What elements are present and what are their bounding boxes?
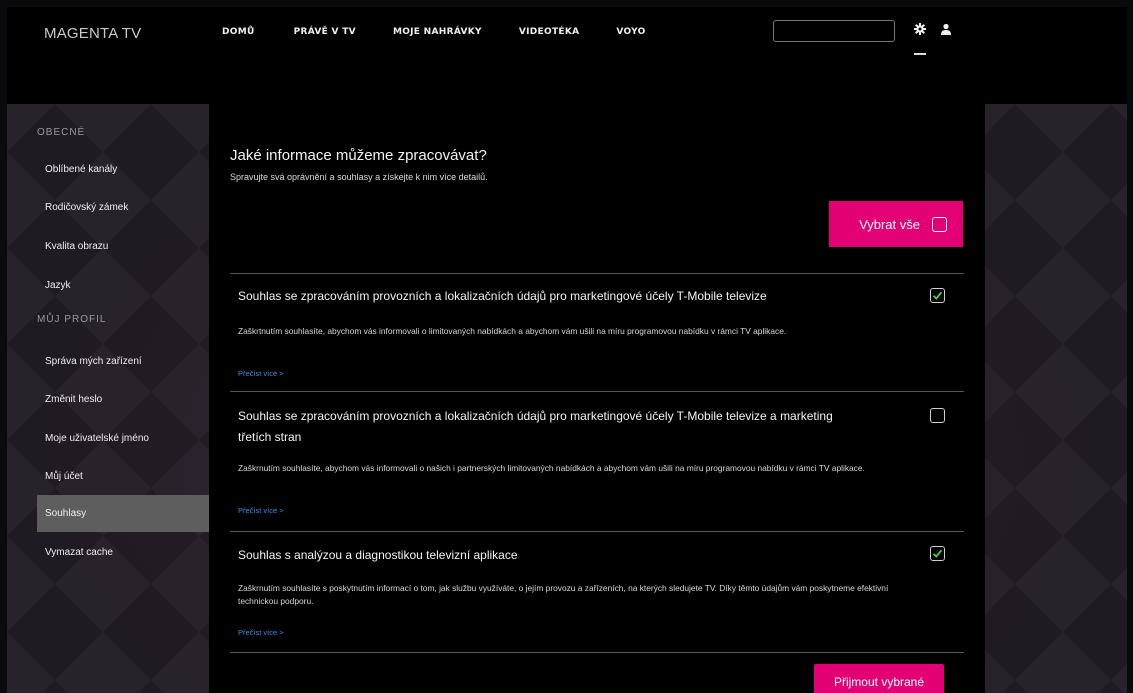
settings-sidebar: OBECNÉ Oblíbené kanály Rodičovský zámek … [37,104,209,693]
page-title: Jaké informace můžeme zpracovávat? [230,147,487,164]
read-more-link[interactable]: Přečíst více > [238,506,284,515]
sidebar-item-oblibene-kanaly[interactable]: Oblíbené kanály [37,151,209,188]
nav-item-videoteka[interactable]: VIDEOTÉKA [519,27,580,37]
consent-description: Zaškrnutím souhlasíte, abychom vás infor… [238,463,865,473]
select-all-button[interactable]: Vybrat vše [829,201,963,247]
app-frame: MAGENTA TV DOMŮ PRÁVĚ V TV MOJE NAHRÁVKY… [7,7,1127,693]
gear-icon[interactable] [914,23,926,35]
sidebar-item-rodicovsky-zamek[interactable]: Rodičovský zámek [37,189,209,226]
checkmark-icon [932,549,943,558]
sidebar-item-jazyk[interactable]: Jazyk [37,267,209,304]
consent-title: Souhlas se zpracováním provozních a loka… [238,409,833,444]
brand-logo[interactable]: MAGENTA TV [44,25,141,42]
consent-description: Zaškrnutím souhlasíte s poskytnutím info… [238,583,889,606]
consent-checkbox[interactable] [930,408,945,423]
select-all-checkbox [932,216,947,232]
select-all-label: Vybrat vše [859,216,920,232]
accept-selected-button[interactable]: Přijmout vybrané [814,664,944,693]
read-more-link[interactable]: Přečíst více > [238,369,284,378]
consent-item: Souhlas s analýzou a diagnostikou televi… [230,531,964,652]
search-input[interactable] [773,20,895,42]
page-subtitle: Spravujte svá oprávnění a souhlasy a zís… [230,172,488,182]
top-bar: MAGENTA TV DOMŮ PRÁVĚ V TV MOJE NAHRÁVKY… [7,7,1127,104]
sidebar-section-obecne: OBECNÉ [37,127,86,138]
divider [230,652,964,653]
sidebar-item-kvalita-obrazu[interactable]: Kvalita obrazu [37,228,209,265]
consent-title: Souhlas se zpracováním provozních a loka… [238,289,767,303]
sidebar-item-souhlasy[interactable]: Souhlasy [37,495,209,532]
consents-panel: Jaké informace můžeme zpracovávat? Sprav… [209,104,985,693]
sidebar-item-muj-ucet[interactable]: Můj účet [37,458,209,495]
consent-item: Souhlas se zpracováním provozních a loka… [230,391,964,531]
nav-item-moje-nahravky[interactable]: MOJE NAHRÁVKY [393,27,482,37]
nav-item-prave-v-tv[interactable]: PRÁVĚ V TV [294,27,356,37]
sidebar-item-zmenit-heslo[interactable]: Změnit heslo [37,381,209,418]
main-nav: DOMŮ PRÁVĚ V TV MOJE NAHRÁVKY VIDEOTÉKA … [222,27,683,37]
consent-item: Souhlas se zpracováním provozních a loka… [230,273,964,391]
consent-title: Souhlas s analýzou a diagnostikou televi… [238,548,518,562]
checkmark-icon [932,291,943,300]
user-icon[interactable] [940,23,952,35]
sidebar-item-uzivatelske-jmeno[interactable]: Moje uživatelské jméno [37,420,209,457]
consent-description: Zaškrtnutím souhlasíte, abychom vás info… [238,326,787,336]
settings-active-indicator [914,53,926,55]
consent-checkbox[interactable] [930,546,945,561]
nav-item-voyo[interactable]: VOYO [616,27,645,37]
consent-checkbox[interactable] [930,288,945,303]
sidebar-section-muj-profil: MŮJ PROFIL [37,314,107,325]
sidebar-item-vymazat-cache[interactable]: Vymazat cache [37,534,209,571]
read-more-link[interactable]: Přečíst více > [238,628,284,637]
nav-item-domu[interactable]: DOMŮ [222,27,255,37]
sidebar-item-sprava-zarizeni[interactable]: Správa mých zařízení [37,343,209,380]
